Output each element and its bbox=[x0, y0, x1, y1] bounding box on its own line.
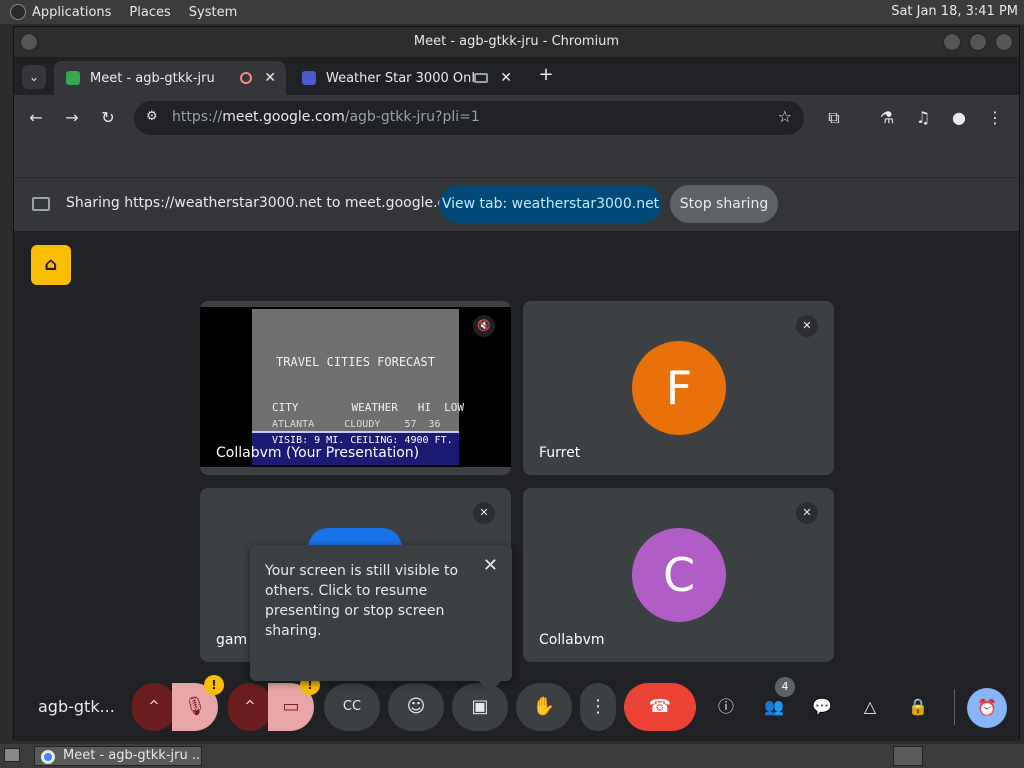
sharing-message: Sharing https://weatherstar3000.net to m… bbox=[66, 195, 468, 211]
workspace-switcher[interactable] bbox=[893, 746, 923, 766]
new-tab-button[interactable]: + bbox=[534, 63, 558, 87]
chromium-icon bbox=[41, 750, 55, 764]
tile-name: Collabvm (Your Presentation) bbox=[216, 445, 420, 461]
tab-search-button[interactable]: ⌄ bbox=[22, 65, 46, 89]
stop-sharing-button[interactable]: Stop sharing bbox=[670, 185, 778, 223]
meeting-info-icon[interactable]: ⓘ bbox=[714, 695, 738, 719]
presentation-tile[interactable]: TRAVEL CITIES FORECAST CITY WEATHER HI L… bbox=[200, 301, 511, 475]
tab-weather-star[interactable]: Weather Star 3000 Onlin ✕ bbox=[290, 61, 522, 95]
url-scheme: https:// bbox=[172, 109, 223, 125]
taskbar-item-chromium[interactable]: Meet - agb-gtkk-jru ... bbox=[34, 746, 202, 766]
reactions-button[interactable]: ☺ bbox=[388, 683, 444, 731]
meeting-controls: agb-gtk... ^ 🎙 ! ^ ▭ ! CC ☺ ▣ ✋ ⋮ ☎ ⓘ 👥 … bbox=[14, 675, 1019, 741]
avatar: F bbox=[632, 341, 726, 435]
window-menu-icon[interactable] bbox=[20, 33, 38, 51]
audio-options-button[interactable]: ^ bbox=[132, 683, 176, 731]
weather-star-screen: TRAVEL CITIES FORECAST CITY WEATHER HI L… bbox=[252, 309, 464, 465]
forecast-row: ATLANTA CLOUDY 57 36 bbox=[272, 419, 441, 430]
show-desktop-icon[interactable] bbox=[4, 748, 20, 762]
taskbar-item-label: Meet - agb-gtkk-jru ... bbox=[63, 748, 202, 763]
audio-muted-icon: 🔇 bbox=[473, 315, 495, 337]
reload-icon[interactable]: ↻ bbox=[96, 106, 120, 130]
close-icon[interactable]: ✕ bbox=[483, 555, 498, 576]
labs-flask-icon[interactable]: ⚗ bbox=[875, 106, 899, 130]
sharing-tab-icon bbox=[474, 73, 488, 83]
menu-applications[interactable]: Applications bbox=[32, 5, 111, 20]
maximize-icon[interactable] bbox=[969, 33, 987, 51]
media-controls-icon[interactable]: ♫ bbox=[911, 106, 935, 130]
address-bar[interactable]: ⚙ https://meet.google.com/agb-gtkk-jru?p… bbox=[134, 101, 804, 135]
bookmark-star-icon[interactable]: ☆ bbox=[778, 107, 792, 126]
avatar: C bbox=[632, 528, 726, 622]
end-call-button[interactable]: ☎ bbox=[624, 683, 696, 731]
forecast-columns: CITY WEATHER HI LOW bbox=[272, 401, 465, 414]
activities-icon[interactable]: △ bbox=[858, 695, 882, 719]
close-tab-icon[interactable]: ✕ bbox=[500, 70, 512, 86]
tab-title: Weather Star 3000 Onlin bbox=[326, 70, 474, 86]
view-tab-button[interactable]: View tab: weatherstar3000.net bbox=[439, 185, 662, 223]
minimize-icon[interactable] bbox=[943, 33, 961, 51]
participant-tile-collabvm[interactable]: ✕ C Collabvm bbox=[523, 488, 834, 662]
alarm-clock-icon[interactable]: ⏰ bbox=[967, 688, 1007, 728]
distro-logo-icon[interactable] bbox=[10, 4, 26, 20]
chromium-window: Meet - agb-gtkk-jru - Chromium ⌄ Meet - … bbox=[13, 26, 1020, 741]
forward-icon[interactable]: → bbox=[60, 106, 84, 130]
meeting-code: agb-gtk... bbox=[38, 697, 115, 716]
close-window-icon[interactable] bbox=[995, 33, 1013, 51]
companion-mode-icon[interactable]: ⌂ bbox=[31, 245, 71, 285]
url-host: meet.google.com bbox=[222, 109, 345, 125]
tab-meet[interactable]: Meet - agb-gtkk-jru ✕ bbox=[54, 61, 286, 95]
site-info-icon[interactable]: ⚙ bbox=[146, 109, 158, 124]
raise-hand-button[interactable]: ✋ bbox=[516, 683, 572, 731]
divider bbox=[954, 689, 955, 725]
screen-share-icon bbox=[32, 197, 50, 211]
url-path: /agb-gtkk-jru?pli=1 bbox=[344, 109, 480, 125]
window-titlebar[interactable]: Meet - agb-gtkk-jru - Chromium bbox=[14, 27, 1019, 57]
back-icon[interactable]: ← bbox=[24, 106, 48, 130]
still-sharing-popover: Your screen is still visible to others. … bbox=[250, 545, 512, 693]
profile-icon[interactable]: ● bbox=[947, 106, 971, 130]
tile-name: gam bbox=[216, 632, 248, 648]
forecast-heading: TRAVEL CITIES FORECAST bbox=[276, 355, 435, 369]
mic-off-icon: ✕ bbox=[473, 502, 495, 524]
gnome-top-panel: Applications Places System Sat Jan 18, 3… bbox=[0, 0, 1024, 24]
popover-text: Your screen is still visible to others. … bbox=[265, 563, 459, 639]
browser-menu-icon[interactable]: ⋮ bbox=[983, 106, 1007, 130]
toolbar-spacer bbox=[14, 141, 1019, 177]
screen-share-infobar: Sharing https://weatherstar3000.net to m… bbox=[14, 177, 1019, 231]
browser-toolbar: ← → ↻ ⚙ https://meet.google.com/agb-gtkk… bbox=[14, 95, 1019, 141]
people-icon[interactable]: 👥 bbox=[762, 695, 786, 719]
recording-indicator-icon bbox=[240, 72, 252, 84]
participant-tile-furret[interactable]: ✕ F Furret bbox=[523, 301, 834, 475]
close-tab-icon[interactable]: ✕ bbox=[264, 70, 276, 86]
video-options-button[interactable]: ^ bbox=[228, 683, 272, 731]
chat-icon[interactable]: 💬 bbox=[810, 695, 834, 719]
tab-title: Meet - agb-gtkk-jru bbox=[90, 70, 215, 86]
mic-off-icon: ✕ bbox=[796, 502, 818, 524]
shared-screen-preview: TRAVEL CITIES FORECAST CITY WEATHER HI L… bbox=[200, 307, 511, 467]
captions-button[interactable]: CC bbox=[324, 683, 380, 731]
mic-warning-icon: ! bbox=[204, 675, 224, 695]
present-button[interactable]: ▣ bbox=[452, 683, 508, 731]
panel-clock[interactable]: Sat Jan 18, 3:41 PM bbox=[891, 4, 1018, 19]
tile-name: Collabvm bbox=[539, 632, 605, 648]
menu-places[interactable]: Places bbox=[129, 5, 170, 20]
weather-star-favicon-icon bbox=[302, 71, 316, 85]
url-text: https://meet.google.com/agb-gtkk-jru?pli… bbox=[172, 109, 480, 125]
tile-name: Furret bbox=[539, 445, 581, 461]
more-options-button[interactable]: ⋮ bbox=[580, 683, 616, 731]
host-controls-icon[interactable]: 🔒 bbox=[906, 695, 930, 719]
gnome-bottom-panel: Meet - agb-gtkk-jru ... bbox=[0, 744, 1024, 768]
tab-strip: ⌄ Meet - agb-gtkk-jru ✕ Weather Star 300… bbox=[14, 57, 1019, 95]
window-title: Meet - agb-gtkk-jru - Chromium bbox=[413, 34, 620, 49]
extensions-icon[interactable]: ⧉ bbox=[822, 106, 846, 130]
desktop: Applications Places System Sat Jan 18, 3… bbox=[0, 0, 1024, 768]
mic-off-icon: ✕ bbox=[796, 315, 818, 337]
google-meet-favicon-icon bbox=[66, 71, 80, 85]
menu-system[interactable]: System bbox=[189, 5, 237, 20]
participants-count-badge: 4 bbox=[775, 677, 795, 697]
meet-stage: ⌂ TRAVEL CITIES FORECAST CITY WEATHER HI… bbox=[14, 231, 1019, 741]
